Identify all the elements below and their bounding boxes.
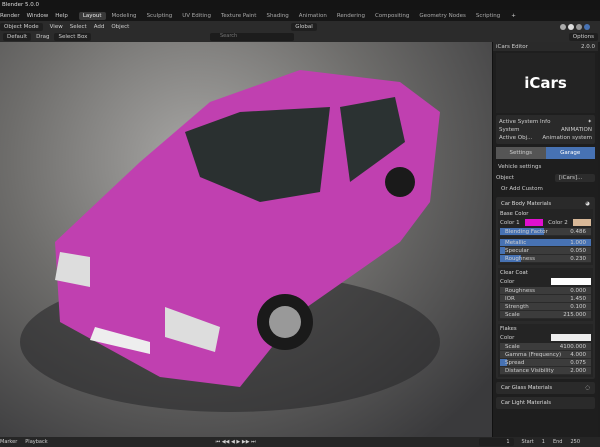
system-value: ANIMATION	[560, 127, 592, 133]
shading-buttons[interactable]	[560, 23, 590, 30]
version-label: 2.0.0	[581, 43, 595, 50]
menu-bar: Render Window Help Layout Modeling Sculpti…	[0, 10, 600, 21]
viewport-header: Object Mode View Select Add Object Globa…	[0, 21, 600, 32]
tab-workspace[interactable]: Geometry Nodes	[415, 12, 469, 20]
value-slider[interactable]: Roughness 0.230	[500, 255, 591, 263]
vehicle-settings-label: Vehicle settings	[498, 164, 542, 170]
workspace-tabs: Layout Modeling Sculpting UV Editing Texture…	[78, 11, 504, 20]
start-label: Start	[521, 439, 534, 445]
tab-workspace[interactable]: Sculpting	[143, 12, 177, 20]
mode-select[interactable]: Object Mode	[0, 22, 43, 31]
value-slider[interactable]: Spread 0.075	[500, 359, 591, 367]
transform-orientation[interactable]: Default	[3, 33, 32, 41]
icars-editor-panel: iCars Editor 2.0.0 iCars Active System I…	[492, 42, 598, 437]
value-slider[interactable]: Gamma (Frequency) 4.000	[500, 351, 591, 359]
menu-select[interactable]: Select	[70, 24, 87, 30]
value-slider[interactable]: Scale 4100.000	[500, 343, 591, 351]
light-materials-header[interactable]: Car Light Materials	[501, 400, 551, 406]
add-custom-toggle[interactable]: Or Add Custom	[493, 184, 598, 194]
tab-workspace[interactable]: Compositing	[371, 12, 413, 20]
tab-workspace[interactable]: Rendering	[333, 12, 369, 20]
material-icon: ◕	[585, 201, 590, 207]
clearcoat-color-swatch[interactable]	[551, 278, 591, 285]
drag-label: Drag	[36, 34, 50, 40]
clearcoat-color-label: Color	[500, 278, 515, 285]
menu-view[interactable]: View	[50, 24, 63, 30]
value-slider[interactable]: Scale 215.000	[500, 311, 591, 319]
end-frame[interactable]: 250	[570, 439, 580, 445]
3d-viewport[interactable]	[0, 42, 492, 437]
tab-workspace[interactable]: Modeling	[108, 12, 141, 20]
value-slider[interactable]: Specular 0.050	[500, 247, 591, 255]
value-slider[interactable]: Metallic 1.000	[500, 239, 591, 247]
drag-select[interactable]: Select Box	[54, 33, 92, 41]
color1-swatch[interactable]	[524, 219, 543, 226]
options-button[interactable]: Options	[568, 33, 598, 41]
tab-workspace[interactable]: Scripting	[472, 12, 504, 20]
active-object-value: Animation system	[542, 135, 592, 141]
orientation-select[interactable]: Global	[291, 22, 317, 31]
tab-workspace[interactable]: Texture Paint	[217, 12, 261, 20]
app-title: Blender 5.0.0	[2, 2, 40, 8]
tab-workspace[interactable]: Shading	[262, 12, 292, 20]
system-label: System	[499, 127, 520, 133]
menu-object[interactable]: Object	[111, 24, 129, 30]
tab-workspace[interactable]: Animation	[295, 12, 331, 20]
value-slider[interactable]: Distance Visibility 2.000	[500, 367, 591, 375]
car-render	[20, 70, 440, 412]
marker-menu[interactable]: Marker	[0, 439, 17, 445]
pin-icon[interactable]: ✦	[587, 119, 592, 125]
flakes-color-label: Color	[500, 334, 515, 341]
playback-controls[interactable]: ⏮ ◀◀ ◀ ▶ ▶▶ ⏭	[216, 439, 256, 445]
tab-workspace[interactable]: Layout	[78, 11, 106, 20]
current-frame[interactable]: 1	[478, 438, 514, 446]
value-slider[interactable]: IOR 1.450	[500, 295, 591, 303]
timeline-header: Marker Playback ⏮ ◀◀ ◀ ▶ ▶▶ ⏭ 1 Start 1 …	[0, 437, 600, 447]
menu-add[interactable]: Add	[94, 24, 105, 30]
glass-materials-header[interactable]: Car Glass Materials	[501, 385, 552, 391]
color2-label: Color 2	[548, 219, 568, 226]
value-slider[interactable]: Roughness 0.000	[500, 287, 591, 295]
tab-settings[interactable]: Settings	[496, 147, 546, 159]
add-workspace-icon[interactable]: +	[511, 13, 516, 19]
refresh-icon[interactable]: ◌	[585, 385, 590, 391]
tool-header: Default Drag Select Box Options	[0, 32, 600, 42]
body-materials-header[interactable]: Car Body Materials	[501, 201, 551, 207]
start-frame[interactable]: 1	[542, 439, 545, 445]
color2-swatch[interactable]	[572, 219, 591, 226]
system-info-title: Active System Info	[499, 118, 551, 125]
menu-render[interactable]: Render	[0, 13, 20, 19]
object-field[interactable]: [iCars]...	[555, 174, 595, 182]
value-slider[interactable]: Strength 0.100	[500, 303, 591, 311]
active-object-label: Active Obj...	[499, 135, 533, 141]
menu-window[interactable]: Window	[27, 13, 49, 19]
icars-logo: iCars	[524, 74, 567, 92]
playback-menu[interactable]: Playback	[25, 439, 47, 445]
search-input[interactable]: Search	[210, 33, 294, 41]
object-label: Object	[496, 175, 514, 181]
tab-garage[interactable]: Garage	[545, 147, 595, 159]
tab-workspace[interactable]: UV Editing	[178, 12, 215, 20]
end-label: End	[552, 439, 563, 445]
title-bar: Blender 5.0.0	[0, 0, 600, 10]
panel-title[interactable]: iCars Editor	[496, 44, 528, 50]
flakes-color-swatch[interactable]	[551, 334, 591, 341]
blending-factor-slider[interactable]: Blending Factor 0.486	[500, 228, 591, 236]
color1-label: Color 1	[500, 219, 520, 226]
menu-help[interactable]: Help	[55, 13, 68, 19]
